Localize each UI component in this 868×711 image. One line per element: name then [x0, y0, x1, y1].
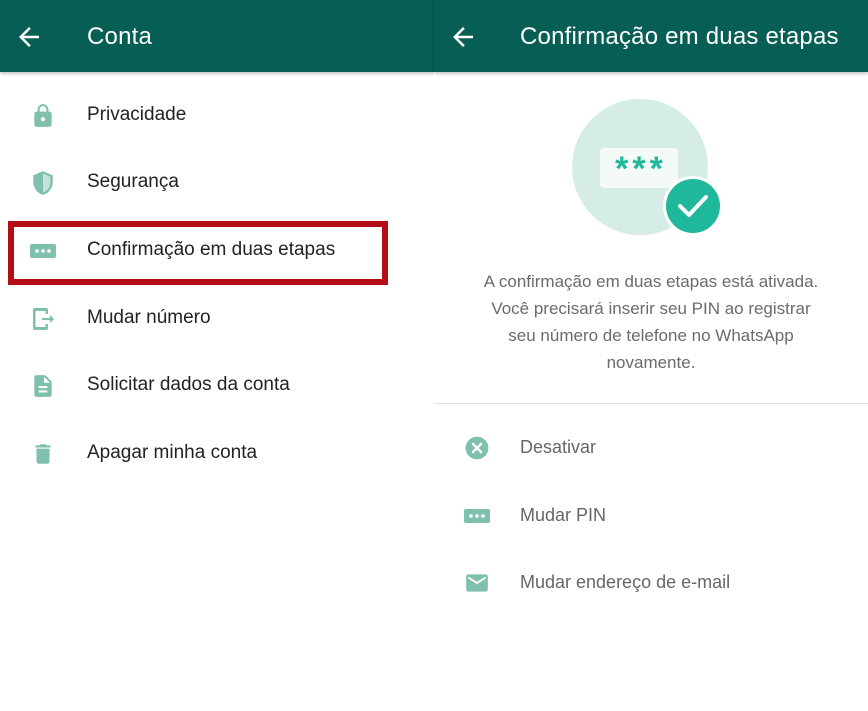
divider — [434, 403, 868, 404]
option-desativar[interactable]: Desativar — [434, 415, 868, 481]
phone-transfer-icon — [30, 306, 56, 332]
arrow-back-icon — [19, 27, 39, 47]
two-step-panel: Confirmação em duas etapas *** A confirm… — [434, 0, 868, 711]
account-panel: Conta Privacidade Segurança Confirmação … — [0, 0, 434, 711]
description-line: novamente. — [606, 353, 696, 372]
two-step-illustration: *** — [572, 99, 723, 236]
option-label: Desativar — [520, 437, 597, 457]
status-description: A confirmação em duas etapas está ativad… — [434, 268, 868, 376]
menu-item-privacidade[interactable]: Privacidade — [0, 82, 434, 148]
menu-item-label: Segurança — [87, 171, 179, 192]
menu-item-label: Mudar número — [87, 307, 211, 328]
menu-item-label: Privacidade — [87, 104, 187, 125]
menu-item-solicitar-dados[interactable]: Solicitar dados da conta — [0, 352, 434, 418]
menu-item-seguranca[interactable]: Segurança — [0, 149, 434, 215]
option-label: Mudar PIN — [520, 505, 607, 525]
option-mudar-email[interactable]: Mudar endereço de e-mail — [434, 550, 868, 616]
lock-icon — [30, 103, 56, 129]
menu-item-mudar-numero[interactable]: Mudar número — [0, 285, 434, 351]
app-bar: Conta — [0, 0, 434, 72]
close-circle-icon — [464, 435, 490, 461]
description-line: A confirmação em duas etapas está ativad… — [483, 272, 819, 291]
option-mudar-pin[interactable]: Mudar PIN — [434, 483, 868, 549]
page-title: Conta — [87, 23, 153, 50]
trash-icon — [30, 441, 56, 467]
menu-item-label: Apagar minha conta — [87, 442, 258, 463]
mail-icon — [464, 570, 490, 596]
option-label: Mudar endereço de e-mail — [520, 572, 731, 592]
check-badge — [666, 179, 720, 233]
document-icon — [30, 373, 56, 399]
description-line: seu número de telefone no WhatsApp — [508, 326, 794, 345]
highlight-box — [8, 221, 388, 285]
pin-mask: *** — [615, 150, 667, 188]
menu-item-apagar-conta[interactable]: Apagar minha conta — [0, 420, 434, 486]
dots-keypad-icon — [464, 503, 490, 529]
shield-icon — [30, 170, 56, 196]
menu-item-label: Solicitar dados da conta — [87, 374, 290, 395]
description-line: Você precisará inserir seu PIN ao regist… — [491, 299, 811, 318]
back-button[interactable] — [14, 22, 44, 52]
